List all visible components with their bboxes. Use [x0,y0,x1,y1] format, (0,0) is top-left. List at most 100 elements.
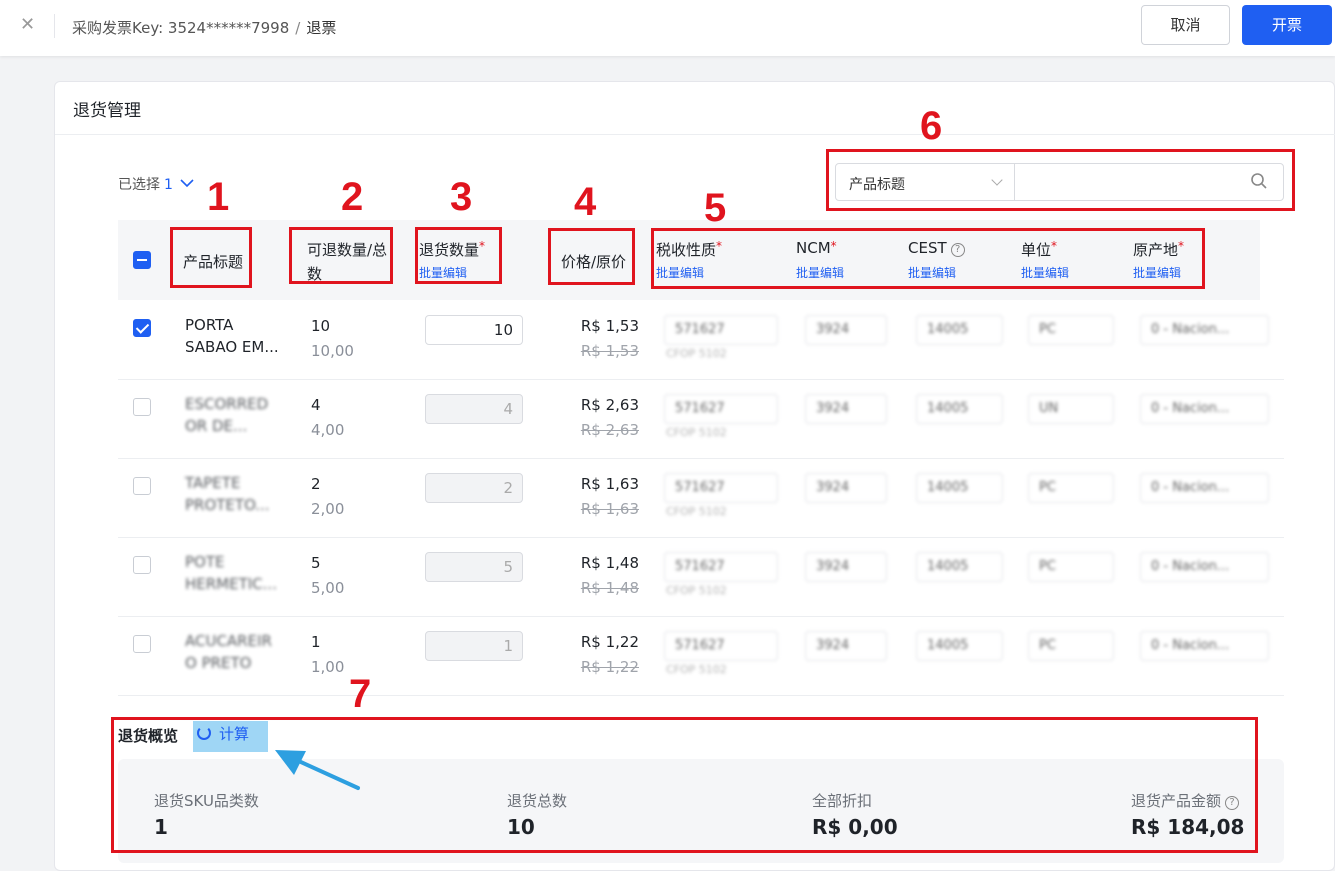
annotation-box [651,228,1205,289]
ncm-input[interactable]: 3924 [805,552,887,582]
divider [54,14,55,38]
original-price: R$ 1,22 [580,658,639,676]
available-qty: 5 [311,554,321,572]
product-title-line1: POTE [185,553,225,571]
unit-select[interactable]: PC [1028,315,1114,345]
return-qty-input[interactable]: 10 [425,315,523,345]
annotation-number: 3 [450,175,473,219]
issue-invoice-button[interactable]: 开票 [1242,5,1332,45]
cfop-code: CFOP 5102 [666,505,727,518]
annotation-number: 2 [341,175,364,219]
origin-select[interactable]: 0 - Nacion... [1140,394,1269,424]
available-qty: 2 [311,475,321,493]
cest-input[interactable]: 14005 [916,394,1003,424]
product-title[interactable]: TAPETE PROTETO... [185,472,270,516]
annotation-number: 6 [920,104,943,148]
annotation-number: 4 [574,180,597,224]
price: R$ 1,48 [580,554,639,572]
cest-input[interactable]: 14005 [916,552,1003,582]
tax-nature-select[interactable]: 571627 [664,552,778,582]
origin-select[interactable]: 0 - Nacion... [1140,315,1269,345]
annotation-box [826,149,1295,211]
breadcrumb: 采购发票Key: 3524******7998 / 退票 [72,17,336,38]
product-title-line1: ACUCAREIR [185,632,272,650]
ncm-input[interactable]: 3924 [805,315,887,345]
original-price: R$ 1,48 [580,579,639,597]
annotation-number: 1 [207,175,230,219]
row-checkbox[interactable] [133,635,151,653]
annotation-number: 5 [704,186,727,230]
product-title-line2: HERMETIC... [185,575,277,593]
cancel-button[interactable]: 取消 [1141,5,1230,45]
price: R$ 2,63 [580,396,639,414]
product-title-line1: TAPETE [185,474,241,492]
unit-select[interactable]: PC [1028,631,1114,661]
cfop-code: CFOP 5102 [666,663,727,676]
origin-select[interactable]: 0 - Nacion... [1140,473,1269,503]
cfop-code: CFOP 5102 [666,426,727,439]
return-qty-input: 5 [425,552,523,582]
breadcrumb-key: 采购发票Key: 3524******7998 [72,19,290,37]
product-title[interactable]: ESCORRED OR DE... [185,393,268,437]
return-qty-input: 4 [425,394,523,424]
cest-input[interactable]: 14005 [916,631,1003,661]
close-icon[interactable]: ✕ [20,16,36,34]
product-title-line2: OR DE... [185,417,248,435]
return-qty-input: 1 [425,631,523,661]
row-checkbox[interactable] [133,477,151,495]
tax-nature-select[interactable]: 571627 [664,394,778,424]
cest-input[interactable]: 14005 [916,315,1003,345]
selected-number: 1 [164,177,173,193]
available-qty: 1 [311,633,321,651]
available-qty: 4 [311,396,321,414]
product-title-line1: PORTA [185,316,234,334]
unit-select[interactable]: PC [1028,552,1114,582]
card-title: 退货管理 [73,101,141,121]
total-qty: 2,00 [311,500,345,518]
ncm-input[interactable]: 3924 [805,394,887,424]
divider [55,134,1335,135]
origin-select[interactable]: 0 - Nacion... [1140,631,1269,661]
product-title-line1: ESCORRED [185,395,269,413]
chevron-down-icon[interactable] [180,178,194,188]
total-qty: 5,00 [311,579,345,597]
tax-nature-select[interactable]: 571627 [664,473,778,503]
row-checkbox[interactable] [133,398,151,416]
product-title-line2: SABAO EM... [185,338,279,356]
ncm-input[interactable]: 3924 [805,631,887,661]
annotation-box [415,227,502,284]
product-title[interactable]: ACUCAREIR O PRETO [185,630,272,674]
product-title-line2: O PRETO [185,654,252,672]
original-price: R$ 1,63 [580,500,639,518]
selected-label: 已选择 [118,177,160,193]
price: R$ 1,22 [580,633,639,651]
breadcrumb-current: 退票 [306,19,337,37]
tax-nature-select[interactable]: 571627 [664,631,778,661]
cest-input[interactable]: 14005 [916,473,1003,503]
annotation-box [289,227,393,284]
tax-nature-select[interactable]: 571627 [664,315,778,345]
origin-select[interactable]: 0 - Nacion... [1140,552,1269,582]
unit-select[interactable]: UN [1028,394,1114,424]
product-title[interactable]: POTE HERMETIC... [185,551,277,595]
original-price: R$ 2,63 [580,421,639,439]
row-checkbox[interactable] [133,556,151,574]
arrow-annotation [275,750,360,790]
ncm-input[interactable]: 3924 [805,473,887,503]
unit-select[interactable]: PC [1028,473,1114,503]
row-checkbox[interactable] [133,319,151,337]
product-title[interactable]: PORTA SABAO EM... [185,314,279,358]
total-qty: 10,00 [311,342,354,360]
select-all-checkbox[interactable] [133,251,151,269]
available-qty: 10 [311,317,331,335]
total-qty: 1,00 [311,658,345,676]
original-price: R$ 1,53 [580,342,639,360]
return-qty-input: 2 [425,473,523,503]
selected-count[interactable]: 已选择 1 [118,174,194,194]
total-qty: 4,00 [311,421,345,439]
top-bar: ✕ 采购发票Key: 3524******7998 / 退票 取消 开票 [0,0,1335,56]
cfop-code: CFOP 5102 [666,347,727,360]
product-title-line2: PROTETO... [185,496,270,514]
breadcrumb-separator: / [295,19,301,37]
price: R$ 1,53 [580,317,639,335]
